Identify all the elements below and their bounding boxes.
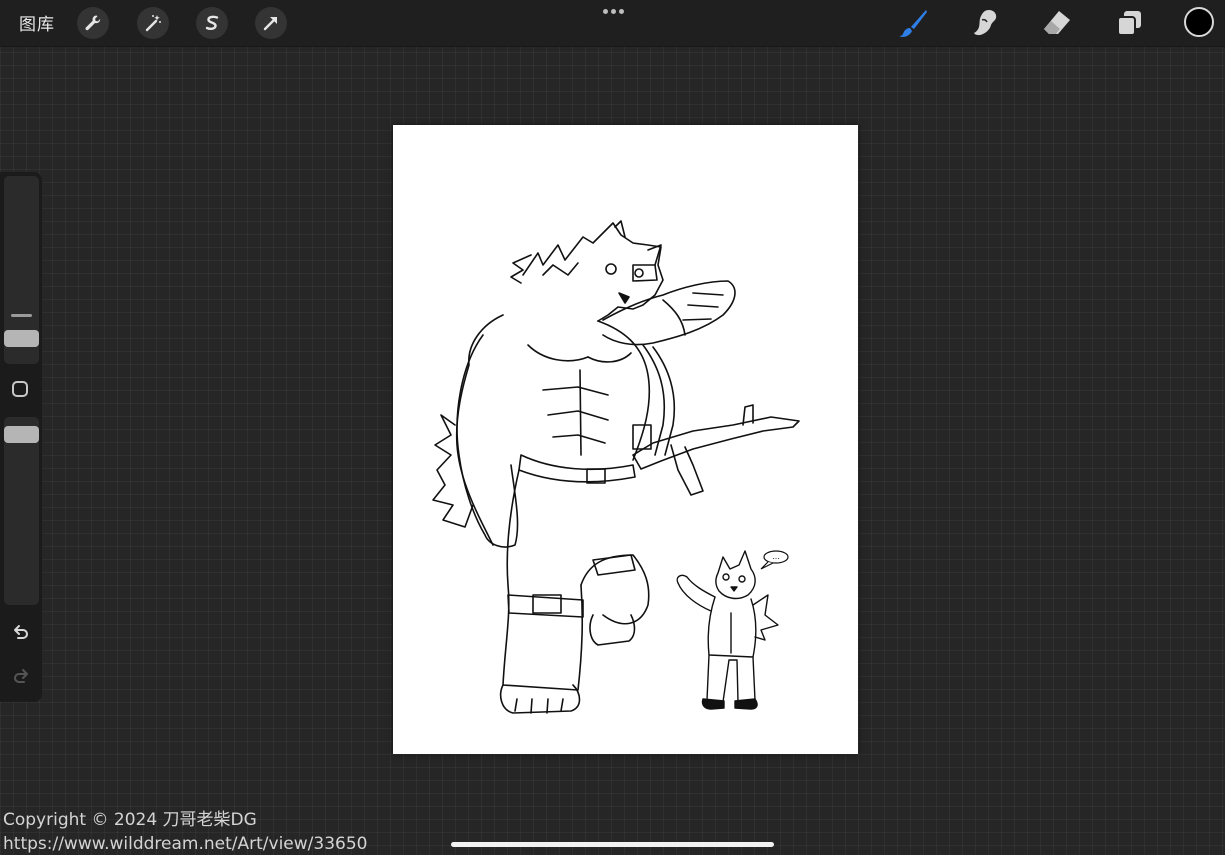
magic-wand-icon [145, 15, 161, 32]
big-wolf-belt [518, 454, 636, 483]
top-toolbar: 图库 [0, 0, 1225, 47]
big-wolf-torso [455, 314, 504, 546]
adjustments-button[interactable] [137, 7, 169, 39]
eraser-tool-button[interactable] [1040, 6, 1074, 40]
ellipsis-icon[interactable] [598, 4, 628, 18]
wrench-icon [85, 15, 101, 31]
small-wolf-body [707, 596, 757, 658]
gallery-button[interactable]: 图库 [19, 10, 55, 35]
home-indicator[interactable] [451, 842, 774, 847]
undo-arrow-icon [14, 625, 28, 639]
line-art-illustration: ... [432, 220, 800, 714]
big-wolf-raised-arm [602, 280, 736, 346]
brush-size-thumb[interactable] [4, 329, 39, 347]
smudge-finger-icon [974, 10, 997, 36]
layers-tool-button[interactable] [1112, 6, 1146, 40]
selection-button[interactable] [196, 7, 228, 39]
layers-icon [1117, 11, 1141, 36]
speech-bubble-text: ... [772, 552, 780, 561]
slider-tick [11, 314, 32, 317]
selection-s-icon [205, 15, 219, 31]
brush-tool-button[interactable] [896, 6, 930, 40]
transform-button[interactable] [255, 7, 287, 39]
square-outline-icon[interactable] [12, 381, 28, 397]
eraser-icon [1044, 11, 1070, 34]
redo-button[interactable] [10, 666, 32, 688]
color-picker-button[interactable] [1184, 7, 1214, 37]
copyright-url: https://www.wilddream.net/Art/view/33650 [3, 834, 368, 854]
opacity-thumb[interactable] [4, 425, 39, 443]
drawing-canvas[interactable]: ... [393, 125, 858, 754]
big-wolf-head [522, 222, 664, 322]
actions-button[interactable] [77, 7, 109, 39]
copyright-text: Copyright © 2024 刀哥老柴DG [3, 810, 257, 830]
big-wolf-pants [502, 469, 584, 691]
left-sidebar [0, 172, 42, 702]
opacity-slider[interactable] [4, 417, 39, 605]
brush-icon [899, 10, 927, 37]
redo-arrow-icon [14, 669, 28, 683]
big-wolf-left-arm [456, 334, 519, 548]
arrow-cursor-icon [263, 17, 277, 31]
small-wolf-head [715, 550, 756, 600]
smudge-tool-button[interactable] [968, 6, 1002, 40]
undo-button[interactable] [10, 622, 32, 644]
